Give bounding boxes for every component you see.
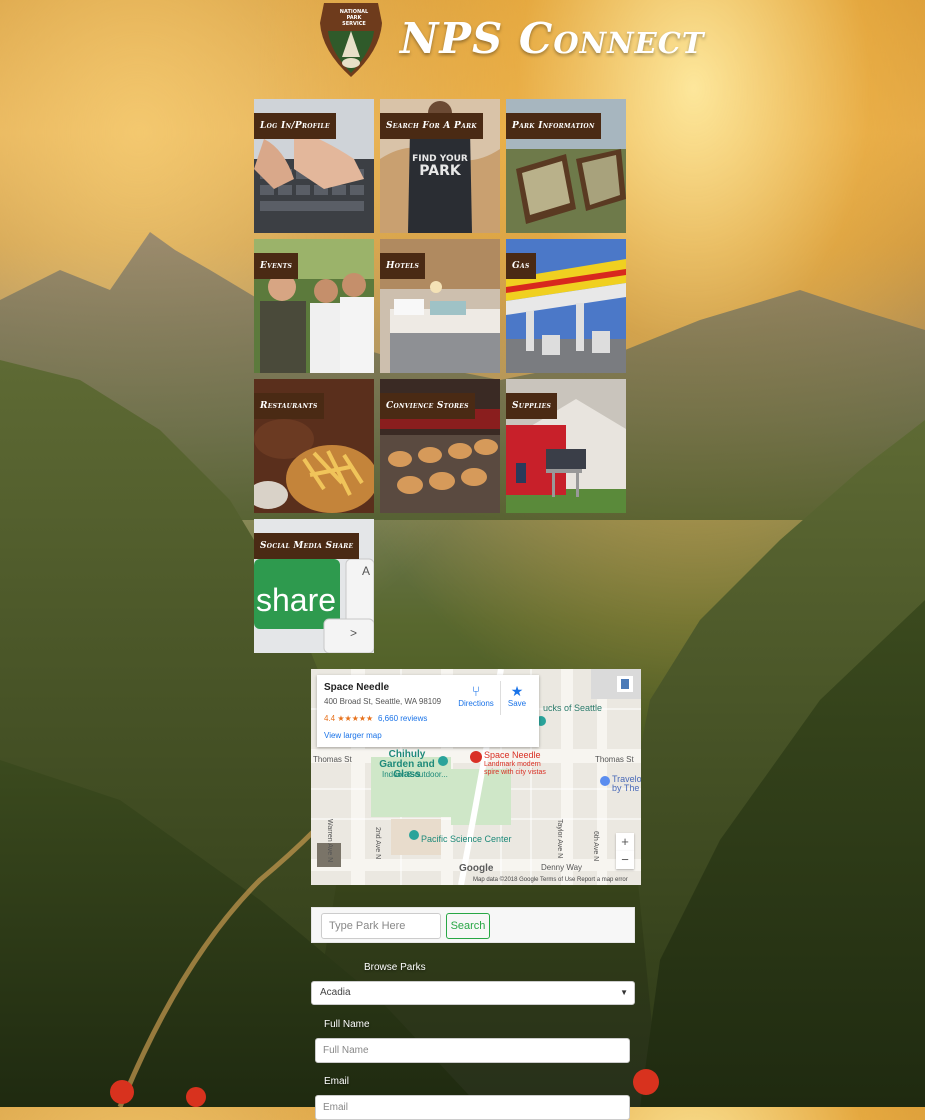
email-input[interactable] — [315, 1095, 630, 1120]
park-search-input[interactable] — [321, 913, 441, 939]
map-label-warren: Warren Ave N — [326, 819, 333, 863]
svg-text:share: share — [256, 582, 336, 618]
tile-label: Gas — [506, 253, 536, 279]
map-footer[interactable]: Map data ©2018 Google Terms of Use Repor… — [473, 877, 628, 883]
map-label-thomas-right: Thomas St — [595, 755, 634, 764]
zoom-out-button[interactable]: − — [616, 851, 634, 869]
email-label: Email — [324, 1076, 350, 1087]
tile-label: Log In/Profile — [254, 113, 336, 139]
search-button[interactable]: Search — [446, 913, 490, 939]
tile-label: Hotels — [380, 253, 426, 279]
tile-label: Restaurants — [254, 393, 324, 419]
google-map[interactable]: Space Needle 400 Broad St, Seattle, WA 9… — [311, 669, 641, 885]
park-select[interactable]: Acadia ▼ — [311, 981, 635, 1005]
star-icon: ★ — [510, 683, 524, 699]
save-label: Save — [507, 699, 527, 708]
zoom-in-button[interactable]: + — [616, 833, 634, 851]
tile-events[interactable]: Events — [254, 239, 374, 373]
map-label-pacific-science: Pacific Science Center — [421, 834, 512, 844]
caret-down-icon: ▼ — [620, 988, 628, 997]
place-address: 400 Broad St, Seattle, WA 98109 — [324, 697, 442, 706]
map-label-space-needle-sub: Landmark modern spire with city vistas — [484, 761, 546, 776]
nps-logo[interactable]: NATIONAL PARK SERVICE — [320, 1, 382, 77]
place-name: Space Needle — [324, 682, 390, 693]
map-label-2nd: 2nd Ave N — [374, 827, 381, 860]
tile-hotels[interactable]: Hotels — [380, 239, 500, 373]
tile-supplies[interactable]: Supplies — [506, 379, 626, 513]
map-label-thomas-left: Thomas St — [313, 755, 352, 764]
place-rating: 4.4 ★★★★★ — [324, 714, 374, 723]
browse-parks-label: Browse Parks — [364, 962, 426, 973]
map-label-space-needle: Space Needle — [484, 750, 541, 760]
full-name-label: Full Name — [324, 1019, 370, 1030]
svg-text:A: A — [362, 564, 370, 578]
park-select-value: Acadia — [320, 987, 351, 998]
directions-label: Directions — [458, 699, 494, 708]
map-label-denny-way: Denny Way — [541, 863, 583, 872]
save-button[interactable]: ★ Save — [503, 683, 531, 708]
tile-restaurants[interactable]: Restaurants — [254, 379, 374, 513]
view-larger-map-link[interactable]: View larger map — [324, 731, 382, 740]
tile-label: Events — [254, 253, 299, 279]
svg-text:SERVICE: SERVICE — [342, 21, 366, 27]
place-info-card: Space Needle 400 Broad St, Seattle, WA 9… — [317, 675, 539, 747]
tile-search-for-a-park[interactable]: FIND YOUR PARK Search For A Park — [380, 99, 500, 233]
site-title: NPS Connect — [400, 14, 705, 63]
tile-label: Supplies — [506, 393, 558, 419]
tile-label: Convience Stores — [380, 393, 475, 419]
tile-label: Social Media Share — [254, 533, 360, 559]
map-label-travelodge: Travelo by The — [612, 774, 641, 793]
place-reviews-link[interactable]: 6,660 reviews — [378, 714, 427, 723]
svg-text:PARK: PARK — [419, 163, 462, 179]
svg-text:>: > — [350, 626, 357, 640]
directions-button[interactable]: ⑂ Directions — [456, 683, 496, 708]
directions-icon: ⑂ — [471, 683, 481, 699]
google-logo: Google — [459, 863, 494, 874]
map-label-chihuly-sub: Indoor & outdoor... — [382, 770, 448, 779]
map-label-taylor: Taylor Ave N — [556, 819, 563, 859]
site-header: NATIONAL PARK SERVICE NPS Connect — [318, 0, 738, 82]
tile-park-information[interactable]: Park Information — [506, 99, 626, 233]
card-divider — [500, 681, 501, 715]
tile-social-media-share[interactable]: share A > Social Media Share — [254, 519, 374, 653]
full-name-input[interactable] — [315, 1038, 630, 1063]
tile-log-in-profile[interactable]: Log In/Profile — [254, 99, 374, 233]
map-label-6th: 6th Ave N — [592, 831, 599, 862]
tile-convience-stores[interactable]: Convience Stores — [380, 379, 500, 513]
tile-gas[interactable]: Gas — [506, 239, 626, 373]
park-search-bar: Search — [311, 907, 635, 943]
tile-label: Search For A Park — [380, 113, 483, 139]
map-label-starbucks: ucks of Seattle — [543, 703, 603, 713]
tile-label: Park Information — [506, 113, 601, 139]
